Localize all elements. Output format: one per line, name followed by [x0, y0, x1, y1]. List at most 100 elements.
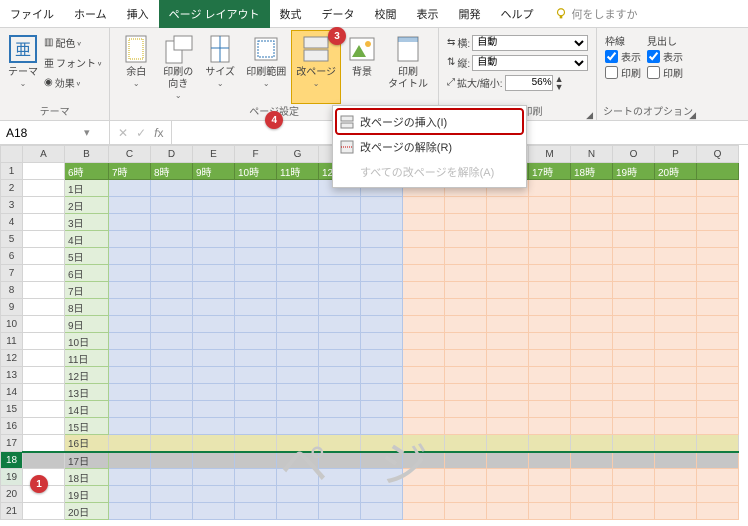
cell[interactable] — [571, 384, 613, 401]
cell[interactable] — [109, 265, 151, 282]
cell[interactable] — [529, 248, 571, 265]
cell[interactable] — [277, 384, 319, 401]
cell[interactable] — [571, 435, 613, 452]
cell[interactable] — [319, 265, 361, 282]
column-header[interactable]: G — [277, 146, 319, 163]
cell[interactable] — [571, 418, 613, 435]
cell[interactable] — [697, 452, 739, 469]
cell[interactable] — [151, 452, 193, 469]
cell[interactable]: 15日 — [65, 418, 109, 435]
cell[interactable] — [361, 316, 403, 333]
cell[interactable] — [109, 214, 151, 231]
cell[interactable] — [151, 333, 193, 350]
row-header[interactable]: 10 — [1, 316, 23, 333]
cell[interactable] — [403, 231, 445, 248]
cell[interactable]: 14日 — [65, 401, 109, 418]
cell[interactable] — [23, 282, 65, 299]
cell[interactable] — [193, 265, 235, 282]
cell[interactable] — [193, 282, 235, 299]
cell[interactable] — [571, 180, 613, 197]
cell[interactable] — [655, 333, 697, 350]
cell[interactable] — [571, 197, 613, 214]
cell[interactable] — [235, 180, 277, 197]
cell[interactable]: 7時 — [109, 163, 151, 180]
breaks-button[interactable]: 3 改ページ⌄ — [292, 31, 340, 103]
cell[interactable] — [529, 452, 571, 469]
cell[interactable] — [109, 350, 151, 367]
cell[interactable] — [529, 299, 571, 316]
cell[interactable] — [613, 435, 655, 452]
cell[interactable] — [151, 401, 193, 418]
cell[interactable] — [235, 299, 277, 316]
cell[interactable] — [403, 299, 445, 316]
cell[interactable] — [655, 180, 697, 197]
margins-button[interactable]: 余白⌄ — [116, 31, 156, 103]
tab-home[interactable]: ホーム — [64, 0, 117, 28]
cell[interactable] — [445, 469, 487, 486]
cell[interactable] — [277, 214, 319, 231]
cell[interactable] — [697, 316, 739, 333]
cell[interactable] — [487, 469, 529, 486]
cell[interactable] — [445, 299, 487, 316]
cell[interactable] — [403, 469, 445, 486]
cell[interactable] — [403, 197, 445, 214]
cell[interactable] — [151, 197, 193, 214]
cell[interactable] — [697, 197, 739, 214]
column-header[interactable]: M — [529, 146, 571, 163]
cell[interactable]: 9日 — [65, 316, 109, 333]
cell[interactable] — [109, 435, 151, 452]
cell[interactable] — [193, 197, 235, 214]
cell[interactable] — [277, 486, 319, 503]
cell[interactable] — [613, 214, 655, 231]
gridlines-view-check[interactable]: 表示 — [605, 49, 641, 64]
fonts-button[interactable]: 亜フォント ᵥ — [44, 53, 101, 72]
cell[interactable] — [445, 367, 487, 384]
cell[interactable] — [655, 265, 697, 282]
column-header[interactable]: A — [23, 146, 65, 163]
cell[interactable] — [571, 486, 613, 503]
cell[interactable] — [571, 333, 613, 350]
cell[interactable] — [655, 418, 697, 435]
cell[interactable] — [277, 503, 319, 520]
cell[interactable] — [529, 418, 571, 435]
cell[interactable] — [361, 469, 403, 486]
cell[interactable] — [109, 469, 151, 486]
cell[interactable] — [151, 248, 193, 265]
cell[interactable] — [361, 197, 403, 214]
column-header[interactable]: O — [613, 146, 655, 163]
cell[interactable] — [109, 503, 151, 520]
cell[interactable] — [571, 469, 613, 486]
cell[interactable] — [697, 401, 739, 418]
cell[interactable]: 9時 — [193, 163, 235, 180]
cell[interactable] — [23, 452, 65, 469]
cell[interactable] — [319, 469, 361, 486]
cell[interactable] — [277, 282, 319, 299]
tab-insert[interactable]: 挿入 — [117, 0, 159, 28]
cell[interactable] — [277, 469, 319, 486]
print-titles-button[interactable]: 印刷 タイトル — [384, 31, 432, 103]
cell[interactable] — [529, 486, 571, 503]
cell[interactable] — [151, 316, 193, 333]
cell[interactable] — [319, 333, 361, 350]
spreadsheet-grid[interactable]: ペ ジ ABCDEFGHIJKLMNOPQ16時7時8時9時10時11時12時1… — [0, 145, 748, 526]
cell[interactable] — [23, 401, 65, 418]
cell[interactable] — [23, 316, 65, 333]
cell[interactable] — [403, 503, 445, 520]
cell[interactable] — [655, 197, 697, 214]
cell[interactable] — [109, 384, 151, 401]
cell[interactable] — [319, 231, 361, 248]
cell[interactable] — [529, 231, 571, 248]
cell[interactable] — [151, 350, 193, 367]
cell[interactable] — [277, 265, 319, 282]
cell[interactable] — [697, 214, 739, 231]
cell[interactable] — [319, 214, 361, 231]
cell[interactable] — [319, 282, 361, 299]
cell[interactable] — [529, 435, 571, 452]
row-header[interactable]: 16 — [1, 418, 23, 435]
column-header[interactable]: B — [65, 146, 109, 163]
cell[interactable] — [235, 367, 277, 384]
tab-view[interactable]: 表示 — [407, 0, 449, 28]
cell[interactable] — [193, 248, 235, 265]
cell[interactable] — [109, 231, 151, 248]
tell-me[interactable]: 何をしますか — [544, 0, 648, 28]
